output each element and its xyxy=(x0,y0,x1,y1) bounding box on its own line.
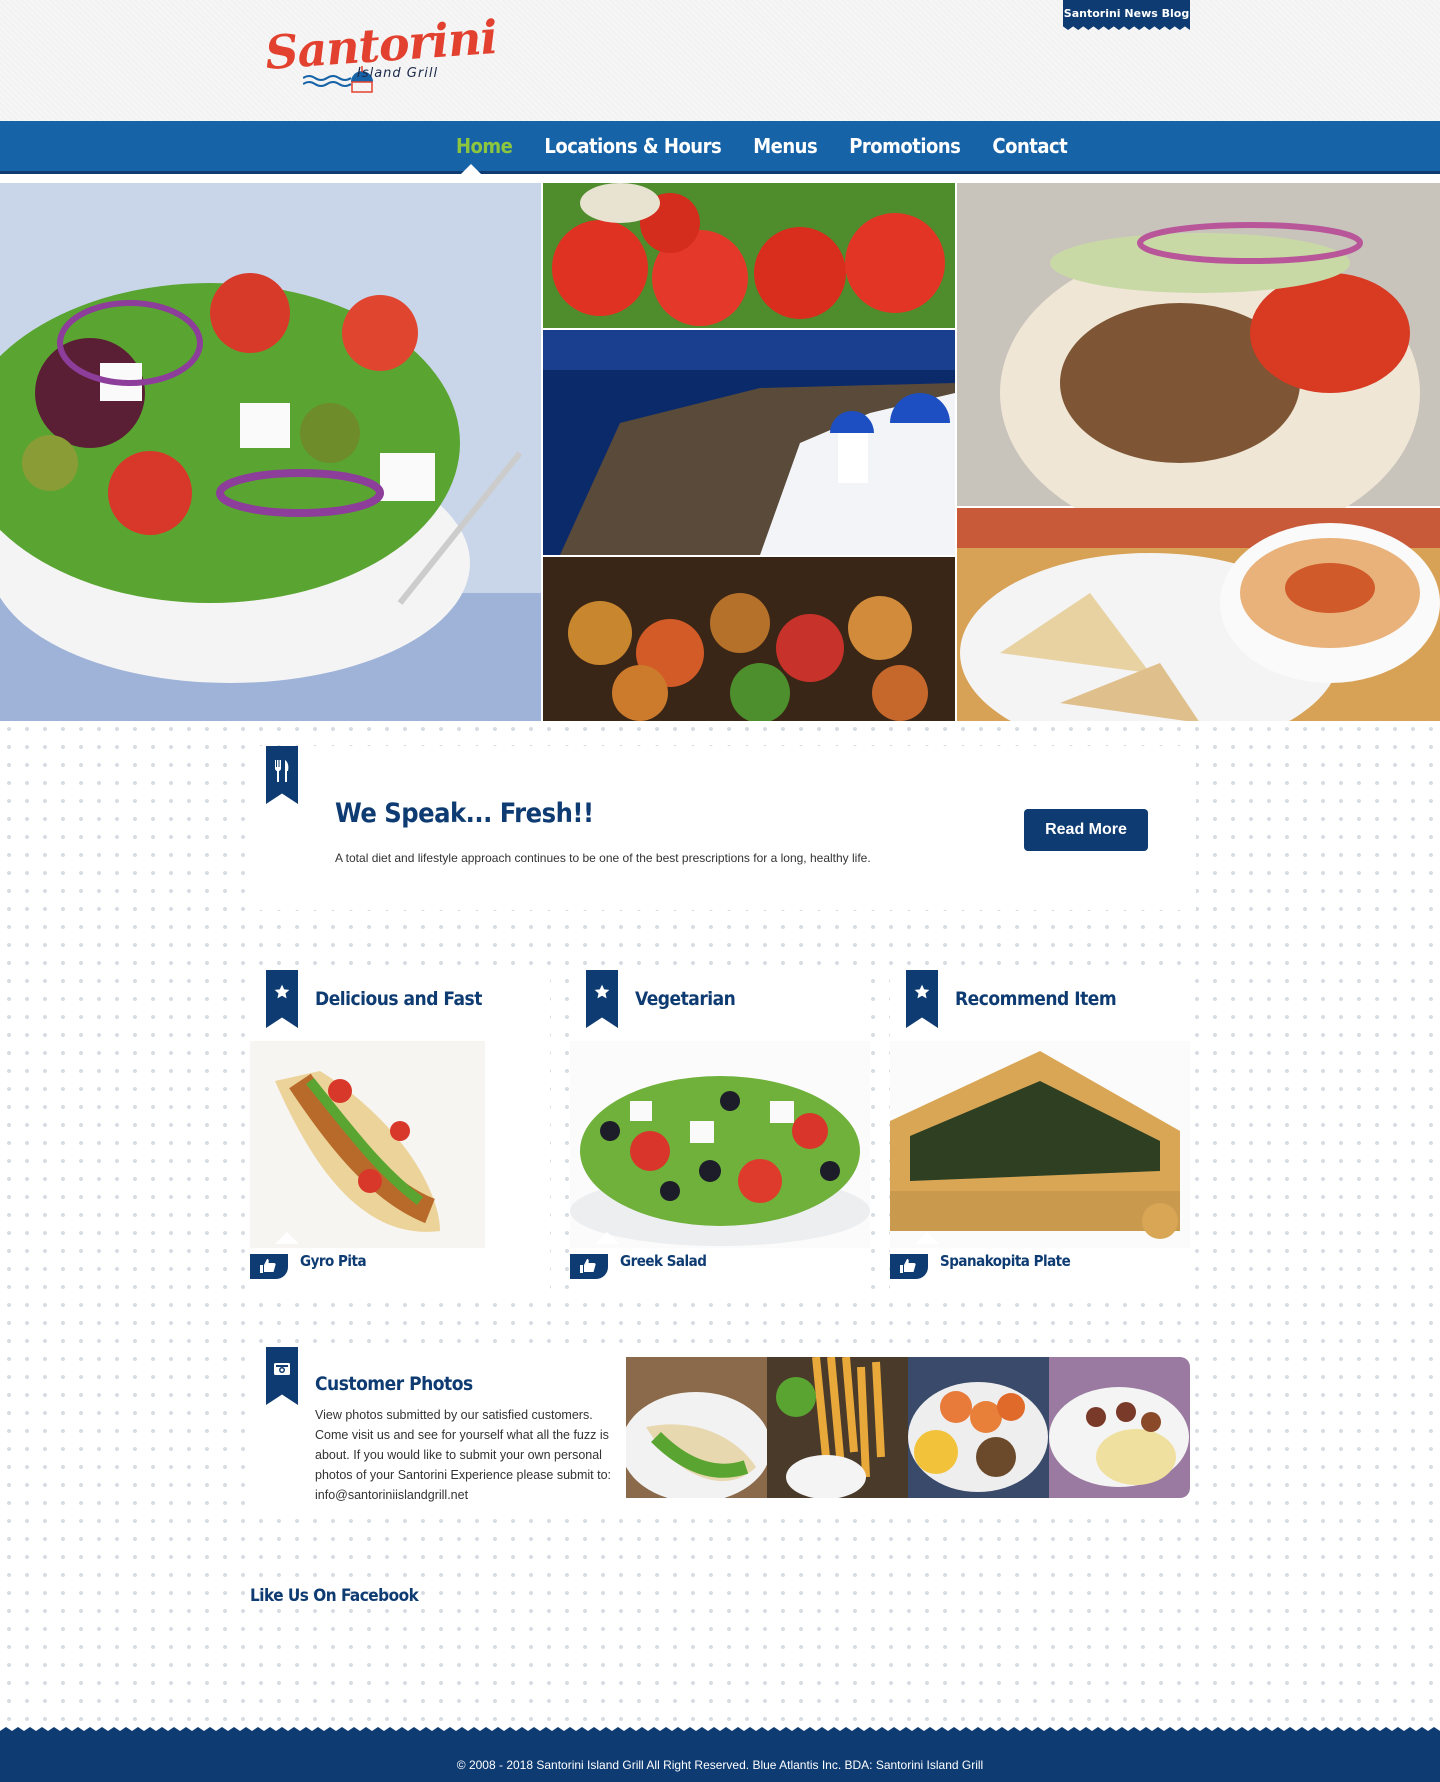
facebook-title[interactable]: Like Us On Facebook xyxy=(250,1586,419,1606)
customer-photo-gallery[interactable] xyxy=(626,1357,1190,1498)
thumbs-up-icon xyxy=(260,1259,276,1273)
card-notch xyxy=(595,1232,619,1244)
card-notch xyxy=(275,1232,299,1244)
feature-card-gyro[interactable]: Delicious and Fast Gyro Pita xyxy=(250,968,550,1292)
intro-title: We Speak... Fresh!! xyxy=(335,798,594,829)
intro-section: We Speak... Fresh!! A total diet and lif… xyxy=(250,746,1196,910)
card-item-label[interactable]: Spanakopita Plate xyxy=(940,1252,1071,1270)
nav-item-home[interactable]: Home xyxy=(456,134,513,158)
customer-photo-4 xyxy=(1049,1357,1190,1498)
hero-hummus-image xyxy=(957,508,1440,721)
utensils-icon xyxy=(274,760,289,782)
card-ribbon xyxy=(906,970,938,1028)
customer-photo-3 xyxy=(908,1357,1049,1498)
thumbs-up-icon xyxy=(580,1259,596,1273)
logo-subtitle: Island Grill xyxy=(357,66,439,81)
gyro-pita-image xyxy=(250,1041,485,1248)
photos-title: Customer Photos xyxy=(315,1373,473,1395)
star-icon xyxy=(274,984,290,999)
hero-tomatoes-image xyxy=(543,183,955,328)
card-ribbon xyxy=(586,970,618,1028)
like-badge xyxy=(570,1254,608,1279)
star-icon xyxy=(594,984,610,999)
nav-item-contact[interactable]: Contact xyxy=(992,134,1067,158)
hero-collage xyxy=(0,183,1440,721)
footer-copyright: © 2008 - 2018 Santorini Island Grill All… xyxy=(456,1758,984,1772)
main-nav: Home Locations & Hours Menus Promotions … xyxy=(0,121,1440,174)
news-blog-link[interactable]: Santorini News Blog xyxy=(1063,0,1190,30)
hero-salad-image xyxy=(0,183,541,721)
feature-card-recommend[interactable]: Recommend Item Spanakopita Plate xyxy=(890,968,1190,1292)
camera-icon xyxy=(274,1363,290,1375)
card-notch xyxy=(915,1232,939,1244)
intro-text: A total diet and lifestyle approach cont… xyxy=(335,851,871,865)
card-title: Vegetarian xyxy=(635,988,736,1010)
card-ribbon xyxy=(266,970,298,1028)
nav-item-menus[interactable]: Menus xyxy=(753,134,817,158)
intro-ribbon xyxy=(266,746,298,804)
thumbs-up-icon xyxy=(900,1259,916,1273)
like-badge xyxy=(890,1254,928,1279)
site-header xyxy=(0,0,1440,121)
logo-waves-icon xyxy=(303,75,352,87)
nav-item-locations[interactable]: Locations & Hours xyxy=(544,134,721,158)
photos-ribbon xyxy=(266,1347,298,1405)
customer-photo-2 xyxy=(767,1357,908,1498)
card-item-label[interactable]: Greek Salad xyxy=(620,1252,707,1270)
site-logo[interactable]: Santorini Island Grill xyxy=(263,10,499,98)
nav-item-promotions[interactable]: Promotions xyxy=(849,134,961,158)
feature-card-vegetarian[interactable]: Vegetarian Greek Salad xyxy=(570,968,870,1292)
star-icon xyxy=(914,984,930,999)
like-badge xyxy=(250,1254,288,1279)
hero-santorini-image xyxy=(543,330,955,555)
spanakopita-image xyxy=(890,1041,1190,1248)
customer-photo-1 xyxy=(626,1357,771,1498)
nav-active-pointer xyxy=(460,164,482,175)
greek-salad-image xyxy=(570,1041,870,1248)
card-title: Recommend Item xyxy=(955,988,1117,1010)
photos-text: View photos submitted by our satisfied c… xyxy=(315,1408,612,1502)
hero-gyro-image xyxy=(957,183,1440,543)
card-title: Delicious and Fast xyxy=(315,988,482,1010)
card-item-label[interactable]: Gyro Pita xyxy=(300,1252,367,1270)
hero-souvlaki-image xyxy=(543,557,955,721)
read-more-button[interactable]: Read More xyxy=(1024,809,1148,851)
